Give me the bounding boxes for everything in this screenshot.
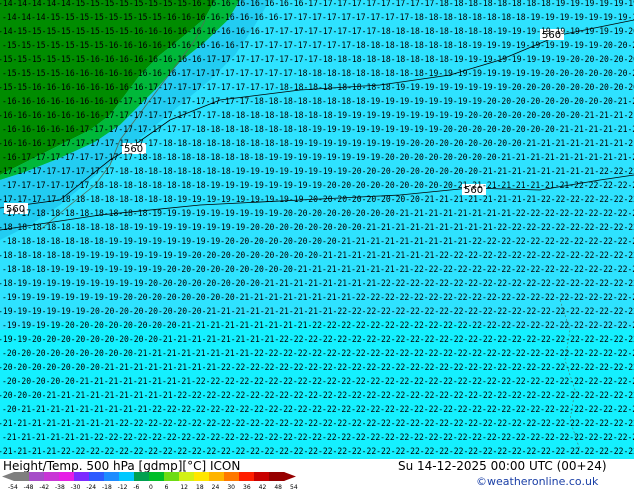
colorbar-tick-label: 30 <box>227 484 235 490</box>
temp-row: -20-20-20-21-21-21-21-21-21-21-21-21-22-… <box>0 391 634 401</box>
colorbar-segment <box>134 472 150 481</box>
valid-datetime: Su 14-12-2025 00:00 UTC (00+24) <box>398 459 607 473</box>
temp-row: -15-15-16-16-16-16-16-16-16-16-17-17-17-… <box>0 83 634 93</box>
temp-row: -16-17-17-17-17-17-17-17-17-18-18-18-18-… <box>2 153 634 163</box>
colorbar-tick-label: -38 <box>55 484 65 490</box>
temp-row: -19-19-19-19-19-19-20-20-20-20-20-20-20-… <box>0 307 634 317</box>
temp-row: -17-17-18-18-18-18-18-18-18-18-19-19-19-… <box>2 209 634 219</box>
colorbar-tick-label: 12 <box>180 484 188 490</box>
colorbar-tick-label: -48 <box>24 484 34 490</box>
temp-row: -14-15-15-15-15-15-15-15-15-16-16-16-16-… <box>0 27 634 37</box>
temp-row: -18-18-18-18-18-18-18-18-18-19-19-19-19-… <box>0 223 634 233</box>
temp-row: -20-20-20-20-20-20-20-21-21-21-21-21-21-… <box>0 363 634 373</box>
temp-row: -18-18-18-18-18-18-18-19-19-19-19-19-19-… <box>2 237 634 247</box>
temp-row: -18-18-18-19-19-19-19-19-19-19-19-20-20-… <box>2 265 634 275</box>
colorbar-tick-label: -54 <box>8 484 18 490</box>
temp-row: -20-21-21-21-21-21-21-21-21-21-22-22-22-… <box>2 405 634 415</box>
temp-row: -21-21-21-21-22-22-22-22-22-22-22-22-22-… <box>0 447 634 457</box>
temp-row: -18-18-18-18-18-19-19-19-19-19-19-19-19-… <box>0 251 634 261</box>
colorbar-segment <box>59 472 75 481</box>
colorbar-segment <box>164 472 180 481</box>
colorbar-segment <box>119 472 135 481</box>
temp-row: -20-20-20-20-20-21-21-21-21-21-21-21-21-… <box>2 377 634 387</box>
colorbar-tick-label: -6 <box>133 484 139 490</box>
colorbar-tick-label: 6 <box>165 484 169 490</box>
colorbar-segment <box>14 472 30 481</box>
colorbar-segment <box>209 472 225 481</box>
footer: Height/Temp. 500 hPa [gdmp][°C] ICON Su … <box>0 459 634 490</box>
colorbar-segment <box>89 472 105 481</box>
temp-row: -17-17-17-17-18-18-18-18-18-18-18-18-19-… <box>0 195 634 205</box>
credit-link[interactable]: ©weatheronline.co.uk <box>476 475 598 488</box>
colorbar-left-arrow <box>2 472 14 481</box>
colorbar-tick-label: 0 <box>149 484 153 490</box>
colorbar-tick-label: -18 <box>102 484 112 490</box>
temp-row: -19-19-19-19-19-19-19-19-20-20-20-20-20-… <box>2 293 634 303</box>
temp-row: -16-16-16-16-16-16-16-17-17-17-17-17-17-… <box>0 111 634 121</box>
colorbar-right-arrow <box>284 472 296 481</box>
colorbar-segment <box>149 472 165 481</box>
colorbar-tick-label: -12 <box>118 484 128 490</box>
temp-row: -17-17-17-17-17-17-17-17-18-18-18-18-18-… <box>0 167 634 177</box>
temp-row: -16-16-16-16-16-16-16-16-17-17-17-17-17-… <box>2 97 634 107</box>
colorbar-segment <box>224 472 240 481</box>
colorbar-tick-label: 18 <box>196 484 204 490</box>
colorbar-tick-label: 48 <box>274 484 282 490</box>
temp-row: -16-16-16-16-16-17-17-17-17-17-17-17-17-… <box>2 125 634 135</box>
colorbar-tick-label: 24 <box>212 484 220 490</box>
colorbar-segment <box>194 472 210 481</box>
temp-row: -17-17-17-17-17-17-18-18-18-18-18-18-18-… <box>2 181 634 191</box>
temp-row: -19-19-20-20-20-20-20-20-20-20-20-21-21-… <box>0 335 634 345</box>
colorbar-tick-label: -42 <box>39 484 49 490</box>
temp-row: -19-19-19-19-20-20-20-20-20-20-20-20-21-… <box>2 321 634 331</box>
colorbar-segment <box>29 472 45 481</box>
temp-row: -15-15-15-15-15-15-15-16-16-16-16-16-16-… <box>2 41 634 51</box>
colorbar-segment <box>179 472 195 481</box>
colorbar-segment <box>239 472 255 481</box>
temp-row: -15-15-15-15-15-15-16-16-16-16-16-16-16-… <box>0 55 634 65</box>
colorbar-segment <box>44 472 60 481</box>
weather-map: 560560560560 -14-14-14-14-14-15-15-15-15… <box>0 0 634 459</box>
temp-row: -14-14-14-15-15-15-15-15-15-15-15-16-16-… <box>2 13 634 23</box>
temp-row: -21-21-21-21-21-21-22-22-22-22-22-22-22-… <box>2 433 634 443</box>
colorbar-segment <box>74 472 90 481</box>
temp-row: -21-21-21-21-21-21-21-21-22-22-22-22-22-… <box>0 419 634 429</box>
colorbar-tick-label: -30 <box>71 484 81 490</box>
temp-row: -16-16-16-17-17-17-17-17-17-17-17-18-18-… <box>0 139 634 149</box>
colorbar: -54 -48 -42 -38 -30 -24 -18 -12 -6 0 6 12 18 24 30 36 42… <box>2 472 298 490</box>
colorbar-segment <box>269 472 285 481</box>
temp-row: -20-20-20-20-20-20-20-20-20-21-21-21-21-… <box>2 349 634 359</box>
temp-row: -14-14-14-14-14-15-15-15-15-15-15-15-15-… <box>0 0 634 9</box>
colorbar-tick-label: 42 <box>259 484 267 490</box>
colorbar-segment <box>104 472 120 481</box>
colorbar-tick-label: -24 <box>86 484 96 490</box>
temp-row: -18-19-19-19-19-19-19-19-19-19-20-20-20-… <box>0 279 634 289</box>
temp-row: -15-15-15-15-16-16-16-16-16-16-16-16-17-… <box>2 69 634 79</box>
colorbar-segment <box>254 472 270 481</box>
colorbar-tick-label: 54 <box>290 484 298 490</box>
colorbar-tick-label: 36 <box>243 484 251 490</box>
